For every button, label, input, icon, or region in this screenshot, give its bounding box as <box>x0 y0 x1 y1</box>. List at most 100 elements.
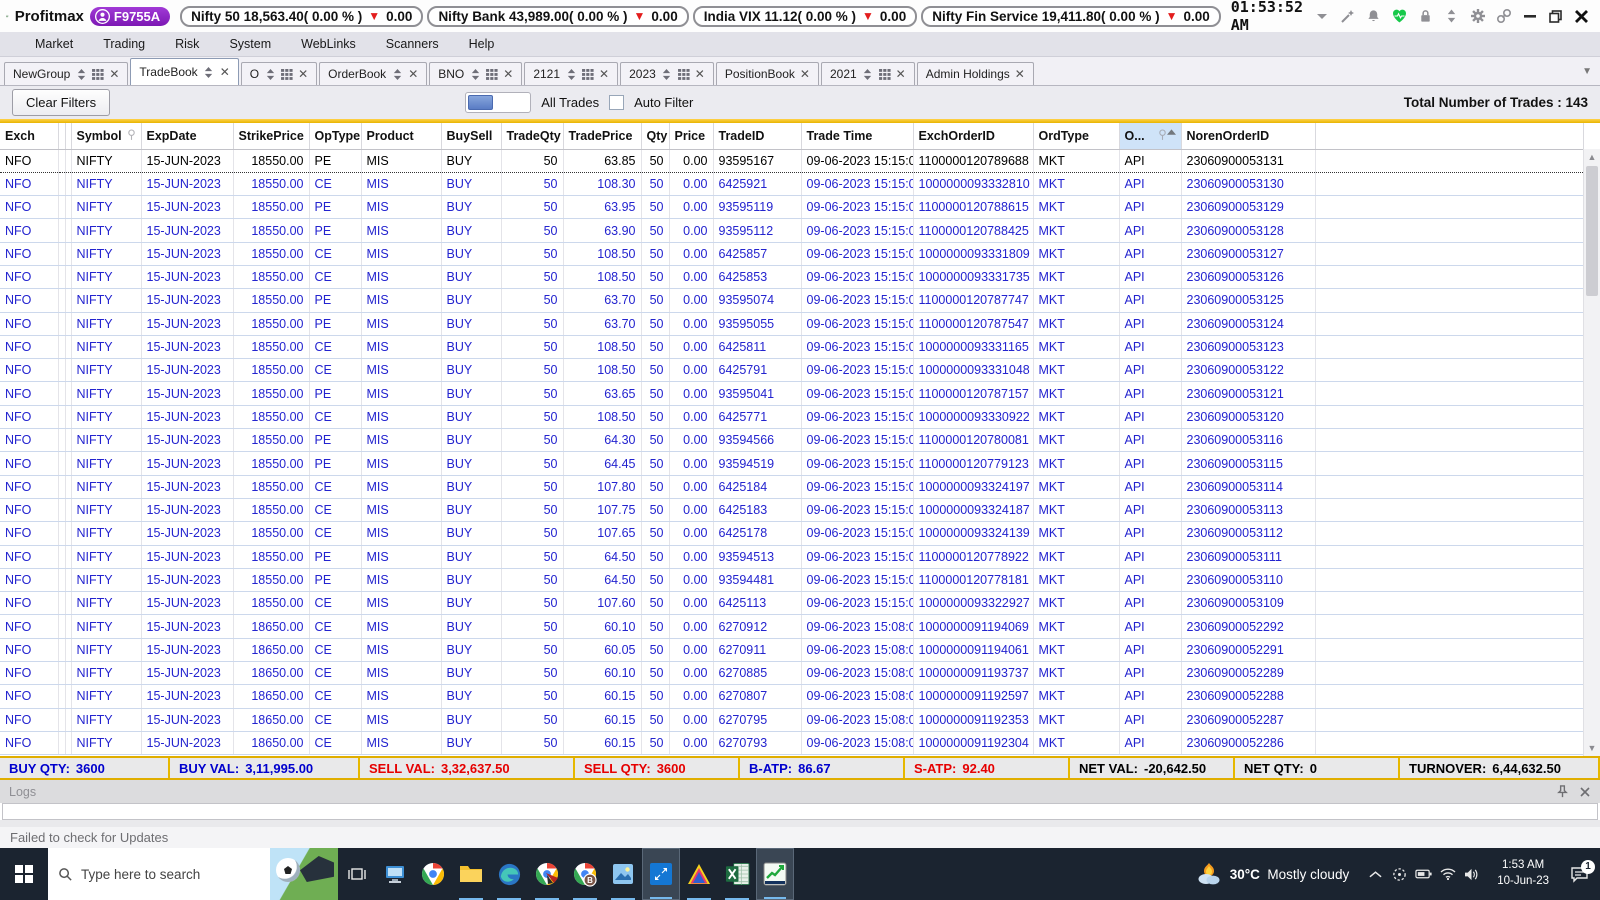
link-icon[interactable] <box>1495 8 1512 25</box>
restore-icon[interactable] <box>1547 8 1564 25</box>
tab-close-icon[interactable]: ✕ <box>896 68 906 80</box>
menu-item-trading[interactable]: Trading <box>88 37 160 51</box>
scrollbar-thumb[interactable] <box>1586 166 1598 296</box>
tab-close-icon[interactable]: ✕ <box>220 66 230 78</box>
menu-item-market[interactable]: Market <box>20 37 88 51</box>
table-row[interactable]: NFO NIFTY 15-JUN-2023 18550.00 CE MIS BUY 50 107… <box>0 521 1584 546</box>
table-row[interactable]: NFO NIFTY 15-JUN-2023 18550.00 PE MIS BUY 50 63.… <box>0 312 1584 336</box>
tab-2121[interactable]: 2121 ✕ <box>524 62 619 85</box>
column-header-trade-time[interactable]: Trade Time <box>801 123 914 150</box>
tab-close-icon[interactable]: ✕ <box>599 68 609 80</box>
updown-icon[interactable] <box>1443 8 1460 25</box>
tab-close-icon[interactable]: ✕ <box>800 68 810 80</box>
start-button[interactable] <box>0 848 48 900</box>
user-id-badge[interactable]: F9755A <box>89 6 171 26</box>
taskbar-app-prism-icon[interactable] <box>680 848 718 900</box>
sort-asc-icon[interactable] <box>1166 129 1176 136</box>
column-header-ordtype[interactable]: OrdType <box>1033 123 1120 150</box>
column-header-strikeprice[interactable]: StrikePrice <box>233 123 310 150</box>
column-header-o-[interactable]: O... <box>1119 123 1182 150</box>
filter-pin-icon[interactable] <box>1158 129 1167 140</box>
caret-down-icon[interactable] <box>1313 8 1330 25</box>
column-header-tradeprice[interactable]: TradePrice <box>563 123 642 150</box>
tab-overflow-caret-icon[interactable]: ▼ <box>1582 66 1592 77</box>
close-icon[interactable] <box>1573 8 1590 25</box>
grid-icon[interactable] <box>677 68 690 80</box>
table-row[interactable]: NFO NIFTY 15-JUN-2023 18550.00 CE MIS BUY 50 107… <box>0 498 1584 523</box>
table-row[interactable]: NFO NIFTY 15-JUN-2023 18550.00 PE MIS BUY 50 64.… <box>0 428 1584 453</box>
table-row[interactable]: NFO NIFTY 15-JUN-2023 18550.00 PE MIS BUY 50 64.… <box>0 545 1584 569</box>
table-row[interactable]: NFO NIFTY 15-JUN-2023 18550.00 CE MIS BUY 50 108… <box>0 335 1584 360</box>
index-ticker-0[interactable]: Nifty 50 18,563.40( 0.00 % ) ▼ 0.00 <box>180 5 424 27</box>
tray-circle-icon[interactable] <box>1391 866 1408 883</box>
column-header-tradeid[interactable]: TradeID <box>713 123 802 150</box>
search-doodle-image[interactable] <box>270 848 338 900</box>
taskbar-app-rdp-icon[interactable] <box>642 848 680 900</box>
table-row[interactable]: NFO NIFTY 15-JUN-2023 18650.00 CE MIS BUY 50 60.… <box>0 638 1584 663</box>
grid-icon[interactable] <box>281 68 293 80</box>
tab-close-icon[interactable]: ✕ <box>298 68 308 80</box>
taskbar-app-profitmax-app-icon[interactable] <box>756 848 794 900</box>
table-row[interactable]: NFO NIFTY 15-JUN-2023 18650.00 CE MIS BUY 50 60.… <box>0 731 1584 756</box>
table-row[interactable]: NFO NIFTY 15-JUN-2023 18550.00 CE MIS BUY 50 108… <box>0 265 1584 290</box>
column-header-tradeqty[interactable]: TradeQty <box>501 123 564 150</box>
taskbar-app-edge-icon[interactable] <box>490 848 528 900</box>
gear-icon[interactable] <box>1469 8 1486 25</box>
column-header-symbol[interactable]: Symbol <box>71 123 142 150</box>
task-view-button[interactable] <box>338 848 376 900</box>
bell-icon[interactable] <box>1365 8 1382 25</box>
index-ticker-3[interactable]: Nifty Fin Service 19,411.80( 0.00 % ) ▼ 0.… <box>921 5 1221 27</box>
index-ticker-1[interactable]: Nifty Bank 43,989.00( 0.00 % ) ▼ 0.00 <box>427 5 689 27</box>
column-header-exch[interactable]: Exch <box>0 123 59 150</box>
taskbar-app-file-explorer-icon[interactable] <box>452 848 490 900</box>
tab-2021[interactable]: 2021 ✕ <box>820 62 915 85</box>
column-header-qty[interactable]: Qty <box>641 123 670 150</box>
column-header-product[interactable]: Product <box>361 123 442 150</box>
wand-icon[interactable] <box>1339 8 1356 25</box>
table-row[interactable]: NFO NIFTY 15-JUN-2023 18550.00 PE MIS BUY 50 64.… <box>0 568 1584 593</box>
table-row[interactable]: NFO NIFTY 15-JUN-2023 18550.00 CE MIS BUY 50 107… <box>0 591 1584 616</box>
table-row[interactable]: NFO NIFTY 15-JUN-2023 18650.00 CE MIS BUY 50 60.… <box>0 684 1584 709</box>
minimize-icon[interactable] <box>1521 8 1538 25</box>
column-header-price[interactable]: Price <box>669 123 714 150</box>
scroll-down-icon[interactable]: ▼ <box>1584 740 1600 756</box>
column-header-norenorderid[interactable]: NorenOrderID <box>1181 123 1316 150</box>
menu-item-risk[interactable]: Risk <box>160 37 214 51</box>
taskbar-app-chrome-icon[interactable] <box>414 848 452 900</box>
action-center-button[interactable]: 1 <box>1558 859 1600 883</box>
tab-o[interactable]: O ✕ <box>240 62 318 85</box>
table-row[interactable]: NFO NIFTY 15-JUN-2023 18550.00 CE MIS BUY 50 108… <box>0 242 1584 266</box>
tab-bno[interactable]: BNO ✕ <box>429 62 523 85</box>
table-row[interactable]: NFO NIFTY 15-JUN-2023 18550.00 PE MIS BUY 50 63.… <box>0 148 1584 173</box>
clear-filters-button[interactable]: Clear Filters <box>12 89 111 116</box>
auto-filter-checkbox[interactable] <box>609 95 625 110</box>
column-header-optype[interactable]: OpType <box>309 123 362 150</box>
chevron-up-icon[interactable] <box>1367 866 1384 883</box>
logs-panel-header[interactable]: Logs <box>0 780 1600 803</box>
table-row[interactable]: NFO NIFTY 15-JUN-2023 18550.00 CE MIS BUY 50 108… <box>0 358 1584 383</box>
vertical-scrollbar[interactable]: ▲ ▼ <box>1583 149 1600 756</box>
sort-arrows-icon[interactable] <box>565 68 577 80</box>
grid-icon[interactable] <box>486 68 498 80</box>
volume-icon[interactable] <box>1463 866 1480 883</box>
tab-close-icon[interactable]: ✕ <box>1015 68 1025 80</box>
tab-close-icon[interactable]: ✕ <box>109 68 119 80</box>
table-row[interactable]: NFO NIFTY 15-JUN-2023 18550.00 PE MIS BUY 50 63.… <box>0 218 1584 243</box>
table-row[interactable]: NFO NIFTY 15-JUN-2023 18550.00 PE MIS BUY 50 63.… <box>0 288 1584 313</box>
table-row[interactable]: NFO NIFTY 15-JUN-2023 18650.00 CE MIS BUY 50 60.… <box>0 661 1584 686</box>
sort-arrows-icon[interactable] <box>203 66 215 78</box>
sort-arrows-icon[interactable] <box>264 68 276 80</box>
taskbar-app-chrome-profile-icon[interactable] <box>528 848 566 900</box>
column-header-exchorderid[interactable]: ExchOrderID <box>913 123 1034 150</box>
table-row[interactable]: NFO NIFTY 15-JUN-2023 18550.00 CE MIS BUY 50 108… <box>0 405 1584 430</box>
tab-positionbook[interactable]: PositionBook ✕ <box>715 62 819 85</box>
battery-icon[interactable] <box>1415 866 1432 883</box>
menu-item-weblinks[interactable]: WebLinks <box>286 37 371 51</box>
weather-widget[interactable]: 30°C Mostly cloudy <box>1186 862 1359 886</box>
taskbar-app-excel-icon[interactable] <box>718 848 756 900</box>
taskbar-app-chrome-b-profile-icon[interactable]: B <box>566 848 604 900</box>
grid-icon[interactable] <box>878 68 891 80</box>
sort-arrows-icon[interactable] <box>661 68 673 80</box>
taskbar-app-monitor-icon[interactable] <box>376 848 414 900</box>
menu-item-help[interactable]: Help <box>454 37 510 51</box>
